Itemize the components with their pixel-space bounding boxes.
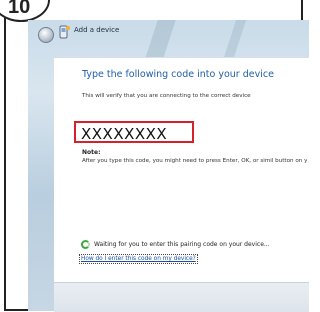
back-button[interactable] bbox=[38, 27, 54, 43]
note-label: Note: bbox=[82, 149, 101, 156]
window-title: Add a device bbox=[74, 26, 120, 34]
dialog-content: Type the following code into your device… bbox=[54, 57, 309, 283]
busy-spinner-icon bbox=[81, 240, 90, 249]
waiting-status: Waiting for you to enter this pairing co… bbox=[94, 241, 270, 248]
instruction-frame: 10 Add a device Type the following code … bbox=[0, 0, 309, 312]
page-subheading: This will verify that you are connecting… bbox=[82, 93, 251, 99]
note-text: After you type this code, you might need… bbox=[82, 158, 307, 164]
page-heading: Type the following code into your device bbox=[82, 69, 274, 80]
bluetooth-device-icon bbox=[59, 25, 70, 39]
pairing-code: XXXXXXXX bbox=[81, 125, 168, 143]
dialog-footer bbox=[54, 282, 309, 312]
pairing-code-box: XXXXXXXX bbox=[74, 121, 194, 143]
help-link[interactable]: How do I enter this code on my device? bbox=[79, 254, 198, 264]
